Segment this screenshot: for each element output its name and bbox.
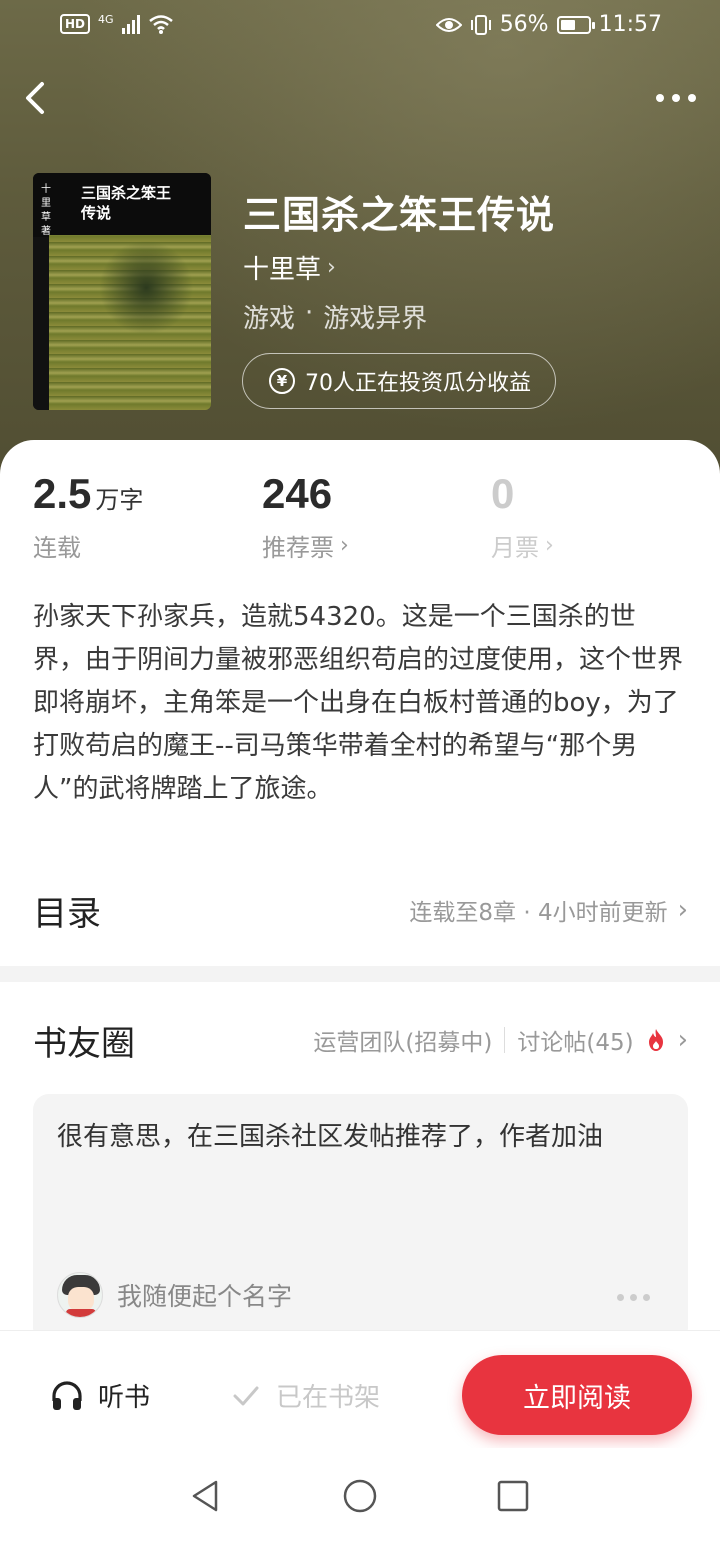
avatar (57, 1272, 103, 1318)
book-title: 三国杀之笨王传说 (243, 192, 556, 237)
vibrate-icon (470, 14, 491, 35)
shelf-label: 已在书架 (276, 1383, 381, 1413)
battery-icon (556, 15, 595, 34)
genre-separator: · (305, 298, 314, 328)
cover-title: 三国杀之笨王传说 (81, 183, 181, 223)
post-username: 我随便起个名字 (117, 1282, 293, 1311)
subgenre[interactable]: 游戏异界 (323, 298, 427, 335)
headphones-icon (52, 1380, 82, 1410)
discussion-post[interactable]: 很有意思，在三国杀社区发帖推荐了，作者加油 我随便起个名字 (33, 1094, 688, 1344)
wifi-icon (148, 15, 173, 34)
listen-button[interactable]: 听书 (50, 1377, 150, 1414)
genre-tags: 游戏 · 游戏异界 (243, 298, 427, 335)
nav-recents-square-icon[interactable] (495, 1478, 531, 1514)
table-of-contents-row[interactable]: 目录 连载至8章 · 4小时前更新 › (33, 880, 688, 940)
system-navigation-bar (0, 1448, 720, 1541)
author-link[interactable]: 十里草 › (243, 249, 336, 286)
book-circle-links: 运营团队(招募中) 讨论帖(45) › (313, 1023, 688, 1057)
network-label: 4G (98, 13, 114, 26)
back-button[interactable] (18, 78, 58, 118)
bookshelf-button[interactable]: 已在书架 (232, 1377, 380, 1414)
recommend-label: 推荐票 (262, 534, 334, 562)
signal-icon (121, 14, 140, 34)
chevron-right-icon: › (545, 533, 554, 558)
listen-label: 听书 (98, 1383, 151, 1413)
discussion-link[interactable]: 讨论帖(45) (517, 1023, 633, 1057)
hd-badge: HD (60, 14, 91, 34)
cover-author: 十里草著 (41, 184, 51, 237)
monthly-count: 0 (491, 470, 515, 517)
book-circle-title: 书友圈 (33, 1023, 135, 1064)
checkmark-icon (233, 1386, 259, 1405)
read-now-button[interactable]: 立即阅读 (462, 1355, 692, 1435)
nav-back-triangle-icon[interactable] (188, 1478, 224, 1514)
serial-status: 连载 (33, 534, 81, 562)
clock: 11:57 (598, 12, 662, 37)
stat-recommend[interactable]: 246 推荐票 › (262, 470, 349, 563)
ops-team-link[interactable]: 运营团队(招募中) (313, 1023, 492, 1057)
eye-comfort-icon (435, 17, 462, 32)
stat-word-count: 2.5 万字 连载 (33, 470, 143, 563)
status-right: 56% 11:57 (435, 12, 662, 37)
stat-monthly[interactable]: 0 月票 › (491, 470, 554, 563)
post-more-icon[interactable] (617, 1294, 650, 1301)
post-content: 很有意思，在三国杀社区发帖推荐了，作者加油 (57, 1122, 604, 1152)
chevron-right-icon: › (327, 255, 336, 280)
post-author[interactable]: 我随便起个名字 (57, 1272, 292, 1318)
bottom-action-bar: 听书 已在书架 立即阅读 (0, 1330, 720, 1448)
chevron-right-icon: › (340, 533, 349, 558)
more-dots-icon (656, 94, 664, 102)
genre[interactable]: 游戏 (243, 298, 295, 335)
toc-title: 目录 (33, 893, 101, 934)
more-button[interactable] (654, 84, 698, 112)
cover-strip (33, 237, 49, 410)
battery-percent: 56% (499, 12, 549, 37)
nav-home-circle-icon[interactable] (342, 1478, 378, 1514)
invest-text: 70人正在投资瓜分收益 (305, 371, 531, 396)
book-cover[interactable]: 十里草著 三国杀之笨王传说 (33, 173, 211, 410)
chevron-right-icon: › (677, 895, 688, 925)
battery-level (560, 19, 576, 30)
section-divider (0, 966, 720, 982)
author-name: 十里草 (243, 255, 322, 285)
chevron-left-icon (26, 82, 44, 114)
fire-icon (648, 1029, 663, 1051)
word-count-value: 2.5 (33, 470, 92, 517)
link-separator (504, 1027, 506, 1053)
monthly-label: 月票 (491, 534, 539, 562)
status-left: HD 4G (60, 13, 174, 35)
word-count-unit: 万字 (95, 486, 144, 514)
book-circle-header: 书友圈 运营团队(招募中) 讨论帖(45) › (33, 1010, 688, 1070)
chevron-right-icon[interactable]: › (678, 1025, 688, 1055)
cover-artwork (49, 235, 211, 410)
recommend-count: 246 (262, 470, 333, 517)
toc-meta: 连载至8章 · 4小时前更新 › (409, 893, 688, 927)
yen-coin-icon: ¥ (269, 368, 295, 394)
toc-update-info: 连载至8章 · 4小时前更新 (409, 900, 668, 926)
invest-button[interactable]: ¥ 70人正在投资瓜分收益 (242, 353, 556, 409)
cover-title-text: 三国杀之笨王传说 (81, 184, 172, 222)
book-synopsis[interactable]: 孙家天下孙家兵，造就54320。这是一个三国杀的世界，由于阴间力量被邪恶组织苟启… (33, 596, 683, 811)
status-bar: HD 4G 56% 11:57 (0, 0, 720, 56)
